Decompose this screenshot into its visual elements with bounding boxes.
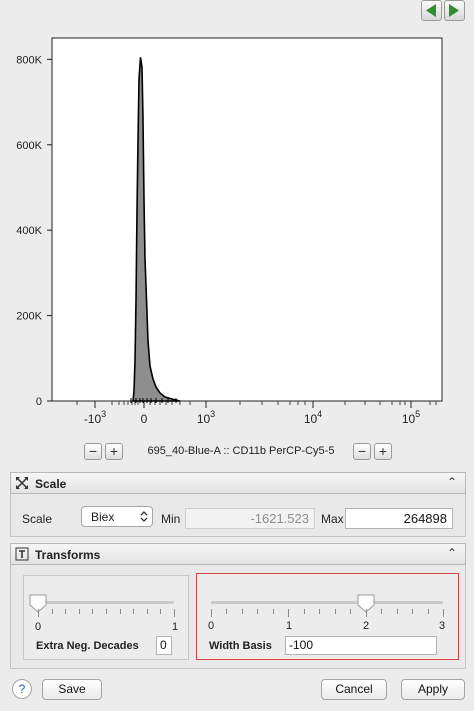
transforms-panel-header[interactable]: Transforms ⌃ [10, 543, 466, 565]
slider-tick [350, 609, 352, 614]
slider-tick [412, 609, 414, 614]
x-tick-label: 105 [402, 409, 420, 426]
width-basis-label: Width Basis [209, 640, 272, 652]
next-button[interactable] [444, 0, 465, 21]
slider-tick [381, 609, 383, 614]
slider-tick [427, 609, 429, 614]
slider-tick [288, 609, 290, 617]
help-button[interactable]: ? [12, 679, 32, 699]
extra-neg-decades-track[interactable] [38, 601, 174, 604]
slider-tick [51, 609, 53, 614]
previous-button[interactable] [421, 0, 442, 21]
slider-tick [211, 609, 212, 617]
slider-tick [443, 609, 444, 617]
transforms-panel-title: Transforms [35, 548, 101, 562]
scale-panel-title: Scale [35, 477, 67, 491]
x-tick-label: 103 [197, 409, 215, 426]
slider-tick [303, 609, 305, 614]
x-tick-label: 104 [304, 409, 322, 426]
min-label: Min [161, 512, 181, 526]
extra-neg-decades-group: 0 1 Extra Neg. Decades 0 [23, 575, 189, 660]
scale-arrows-icon [16, 477, 28, 489]
scale-label: Scale [22, 512, 53, 526]
slider-tick [65, 609, 67, 614]
cancel-button[interactable]: Cancel [321, 679, 387, 700]
slider-tick [396, 609, 398, 614]
apply-button[interactable]: Apply [401, 679, 465, 700]
y-tick-label: 600K [16, 140, 42, 152]
collapse-chevron-icon[interactable]: ⌃ [447, 546, 457, 560]
triangle-right-icon [449, 4, 459, 17]
max-label: Max [321, 512, 344, 526]
slider-tick [241, 609, 243, 614]
x-axis-parameter-label: 695_40-Blue-A :: CD11b PerCP-Cy5-5 [147, 445, 335, 457]
slider-tick [92, 609, 94, 614]
width-basis-field[interactable]: -100 [285, 636, 437, 655]
width-tick-label-3: 3 [439, 620, 446, 632]
scale-type-value: Biex [91, 510, 115, 524]
width-tick-label-0: 0 [208, 620, 215, 632]
slider-tick [226, 609, 228, 614]
y-tick-label: 200K [16, 311, 42, 323]
y-tick-label: 0 [36, 396, 42, 408]
extra-neg-decades-label: Extra Neg. Decades [36, 640, 139, 652]
slider-tick [334, 609, 336, 614]
plot-area [51, 37, 443, 402]
chevron-updown-icon [140, 511, 148, 522]
histogram-plot: 800K 600K 400K 200K 0 -103 0 103 104 105 [16, 37, 443, 426]
slider-tick [319, 609, 321, 614]
width-basis-track[interactable] [211, 601, 443, 604]
scale-panel-header[interactable]: Scale ⌃ [10, 472, 466, 494]
slider-tick [160, 609, 162, 614]
y-tick-label: 800K [16, 54, 42, 66]
save-button[interactable]: Save [42, 679, 102, 700]
slider-tick [365, 609, 367, 617]
width-tick-label-1: 1 [286, 620, 293, 632]
y-tick-label: 400K [16, 225, 42, 237]
slider-tick [78, 609, 80, 614]
axis-zoom-in-left-button[interactable]: + [105, 443, 123, 460]
slider-tick [272, 609, 274, 614]
axis-zoom-out-right-button[interactable]: − [353, 443, 371, 460]
triangle-left-icon [426, 4, 436, 17]
extra-neg-decades-field[interactable]: 0 [156, 636, 172, 655]
scale-type-select[interactable]: Biex [81, 506, 153, 527]
min-field: -1621.523 [185, 508, 315, 529]
max-field[interactable]: 264898 [345, 508, 453, 529]
collapse-chevron-icon[interactable]: ⌃ [447, 475, 457, 489]
extra-min-label: 0 [35, 621, 42, 633]
slider-tick [133, 609, 135, 614]
axis-zoom-in-right-button[interactable]: + [374, 443, 392, 460]
transforms-panel-body: 0 1 Extra Neg. Decades 0 0 1 2 3 Width B… [10, 565, 466, 669]
x-tick-label: 0 [141, 412, 148, 426]
slider-tick [174, 609, 175, 617]
text-transform-icon [15, 547, 29, 561]
width-basis-group: 0 1 2 3 Width Basis -100 [196, 573, 459, 660]
slider-tick [146, 609, 148, 614]
slider-tick [38, 609, 39, 617]
extra-max-label: 1 [172, 621, 179, 633]
slider-tick [257, 609, 259, 614]
width-tick-label-2: 2 [363, 620, 370, 632]
slider-tick [119, 609, 121, 614]
x-tick-label: -103 [84, 409, 106, 426]
slider-tick [106, 609, 107, 614]
axis-zoom-out-left-button[interactable]: − [84, 443, 102, 460]
scale-panel-body: Scale Biex Min -1621.523 Max 264898 [10, 494, 466, 537]
